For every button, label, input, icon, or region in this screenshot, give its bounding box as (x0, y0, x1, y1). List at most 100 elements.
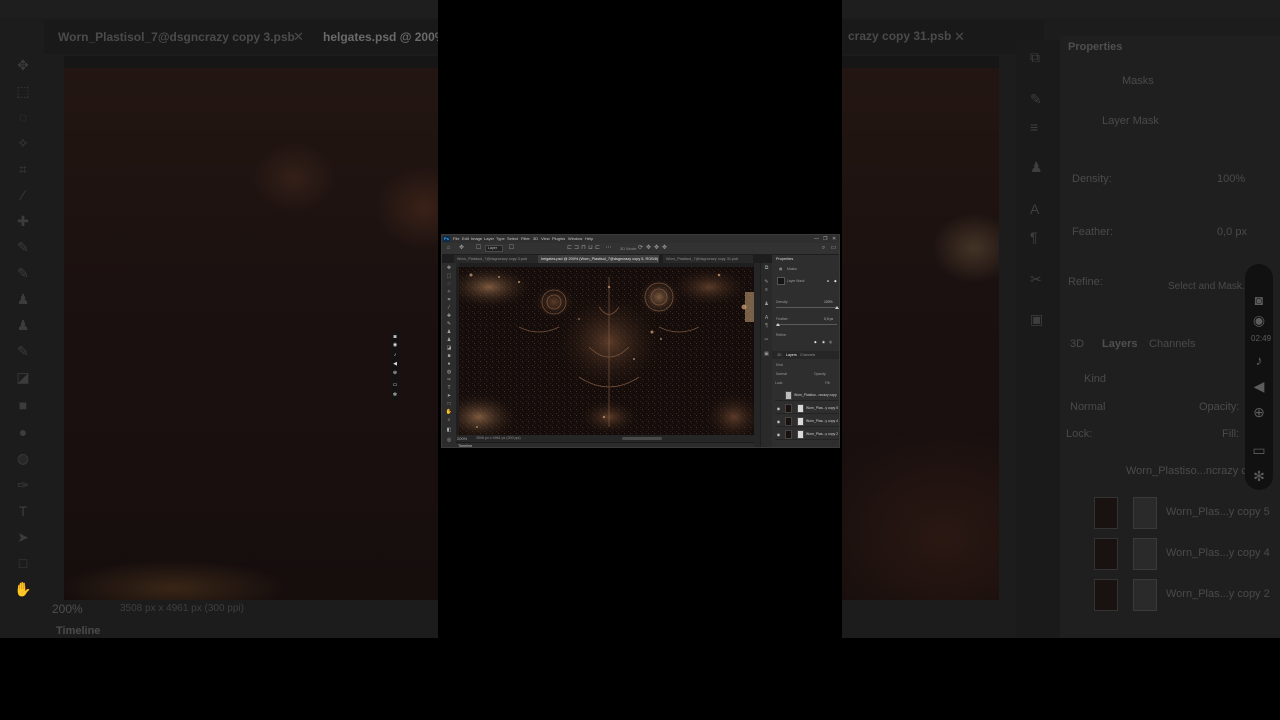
density-thumb[interactable] (835, 306, 839, 309)
align-center-icon[interactable]: ⊐ (573, 245, 580, 252)
paragraph-icon[interactable]: ¶ (763, 323, 770, 330)
auto-select-dropdown[interactable]: Layer (485, 245, 503, 252)
lasso-icon[interactable]: ◌ (445, 281, 453, 287)
pen-icon[interactable]: ✑ (445, 377, 453, 383)
menu-3d[interactable]: 3D (533, 236, 538, 242)
settings-icon[interactable]: ✻ (392, 392, 398, 398)
menu-image[interactable]: Image (471, 236, 482, 242)
vector-mask-icon[interactable]: ◆ (834, 278, 837, 284)
tab-worn-plastisol-copy-3[interactable]: Worn_Plastisol_7@dsgncrazy copy 3.psb (454, 255, 540, 263)
shape-icon[interactable]: □ (445, 401, 453, 407)
3d-orbit-icon[interactable]: ⟳ (637, 245, 644, 252)
mic-icon[interactable]: ♪ (392, 352, 398, 358)
maximize-button[interactable]: ❐ (823, 236, 827, 242)
close-window-button[interactable]: ✕ (832, 236, 836, 242)
align-right-icon[interactable]: ⊓ (580, 245, 587, 252)
horizontal-scrollbar[interactable] (622, 437, 662, 440)
apply-mask-icon[interactable]: ◉ (822, 339, 825, 345)
healing-icon[interactable]: ✚ (445, 313, 453, 319)
workspace-icon[interactable]: ▭ (830, 245, 837, 252)
feather-slider[interactable] (776, 324, 837, 325)
align-middle-icon[interactable]: ⊏ (594, 245, 601, 252)
document-canvas[interactable] (459, 267, 754, 435)
align-left-icon[interactable]: ⊏ (566, 245, 573, 252)
menu-filter[interactable]: Filter (521, 236, 530, 242)
libraries-icon[interactable]: ▣ (763, 351, 770, 358)
density-slider[interactable] (776, 307, 837, 308)
path-select-icon[interactable]: ➤ (445, 393, 453, 399)
adjustments-icon[interactable]: ≡ (763, 287, 770, 294)
feather-value[interactable]: 0,0 px (824, 317, 833, 322)
menu-select[interactable]: Select (507, 236, 518, 242)
auto-select-checkbox-icon[interactable]: ☐ (475, 245, 482, 252)
tab-channels[interactable]: Channels (800, 352, 815, 358)
menu-file[interactable]: File (453, 236, 459, 242)
feather-thumb[interactable] (776, 323, 780, 326)
marquee-icon[interactable]: ⬚ (445, 273, 453, 279)
tab-worn-plastisol-copy-31[interactable]: Worn_Plastisol_7@dsgncrazy copy 31.psb (663, 255, 753, 263)
move-tool-options-icon[interactable]: ✥ (458, 245, 465, 252)
camera-icon[interactable]: ◙ (392, 334, 398, 340)
visibility-eye-icon[interactable]: ◉ (776, 406, 781, 411)
foreground-color-icon[interactable]: ◧ (445, 427, 453, 433)
toggle-mask-icon[interactable]: ◎ (829, 339, 832, 345)
volume-icon[interactable]: ◀ (392, 361, 398, 367)
menu-layer[interactable]: Layer (484, 236, 494, 242)
type-icon[interactable]: T (445, 385, 453, 391)
add-mask-icon[interactable]: ◘ (827, 278, 829, 284)
tools-preset-icon[interactable]: ✂ (763, 337, 770, 344)
stamp-icon[interactable]: ♟ (445, 329, 453, 335)
layer-mask-thumbnail[interactable] (797, 430, 804, 439)
visibility-eye-icon[interactable]: ◉ (776, 432, 781, 437)
eraser-icon[interactable]: ◪ (445, 345, 453, 351)
history-brush-icon[interactable]: ♟ (445, 337, 453, 343)
home-icon[interactable]: ⌂ (445, 245, 452, 252)
layer-row[interactable]: ◉ Worn_Plas...y copy 4 (775, 416, 839, 427)
menu-plugins[interactable]: Plugins (552, 236, 565, 242)
person-icon[interactable]: ♟ (763, 301, 770, 308)
menu-type[interactable]: Type (496, 236, 505, 242)
dodge-icon[interactable]: ◍ (445, 369, 453, 375)
kind-filter[interactable]: Kind (776, 362, 783, 368)
more-options-icon[interactable]: ⋯ (605, 245, 612, 252)
quick-mask-icon[interactable]: ◎ (445, 437, 453, 443)
load-selection-icon[interactable]: ◆ (814, 339, 817, 345)
menu-window[interactable]: Window (568, 236, 582, 242)
3d-pan-icon[interactable]: ✥ (653, 245, 660, 252)
window-icon[interactable]: ▭ (392, 382, 398, 388)
brush-settings-icon[interactable]: ✎ (763, 279, 770, 286)
density-value[interactable]: 100% (824, 300, 833, 305)
gradient-icon[interactable]: ■ (445, 353, 453, 359)
layer-mask-thumbnail[interactable] (797, 404, 804, 413)
menu-edit[interactable]: Edit (462, 236, 469, 242)
zoom-icon[interactable]: ⌕ (445, 417, 453, 423)
brush-icon[interactable]: ✎ (445, 321, 453, 327)
layer-row[interactable]: Worn_Plastiso...ncrazy copy (775, 390, 839, 401)
3d-roll-icon[interactable]: ✥ (645, 245, 652, 252)
tab-layers[interactable]: Layers (786, 352, 797, 358)
status-document-info[interactable]: 3508 px x 4961 px (300 ppi) (476, 435, 521, 442)
menu-help[interactable]: Help (585, 236, 593, 242)
align-top-icon[interactable]: ⊔ (587, 245, 594, 252)
menu-view[interactable]: View (541, 236, 550, 242)
blend-mode-dropdown[interactable]: Normal (776, 371, 787, 377)
layer-mask-thumbnail[interactable] (797, 417, 804, 426)
visibility-eye-icon[interactable]: ◉ (776, 419, 781, 424)
move-icon[interactable]: ✥ (445, 265, 453, 271)
magic-wand-icon[interactable]: ✧ (445, 289, 453, 295)
status-zoom[interactable]: 200% (457, 435, 467, 442)
crop-icon[interactable]: ⌗ (445, 297, 453, 303)
layer-row[interactable]: ◉ Worn_Plas...y copy 2 (775, 429, 839, 440)
blur-icon[interactable]: ● (445, 361, 453, 367)
transform-controls-icon[interactable]: ☐ (508, 245, 515, 252)
3d-slide-icon[interactable]: ✥ (661, 245, 668, 252)
hand-icon[interactable]: ✋ (445, 409, 453, 415)
search-icon[interactable]: ⌕ (820, 245, 827, 252)
minimize-button[interactable]: — (814, 236, 819, 242)
record-icon[interactable]: ◉ (392, 342, 398, 348)
timeline-panel[interactable]: Timeline (456, 442, 754, 447)
history-icon[interactable]: ⧉ (763, 265, 770, 272)
layer-row[interactable]: ◉ Worn_Plas...y copy 5 (775, 403, 839, 414)
character-icon[interactable]: A (763, 315, 770, 322)
tab-3d[interactable]: 3D (777, 352, 782, 358)
